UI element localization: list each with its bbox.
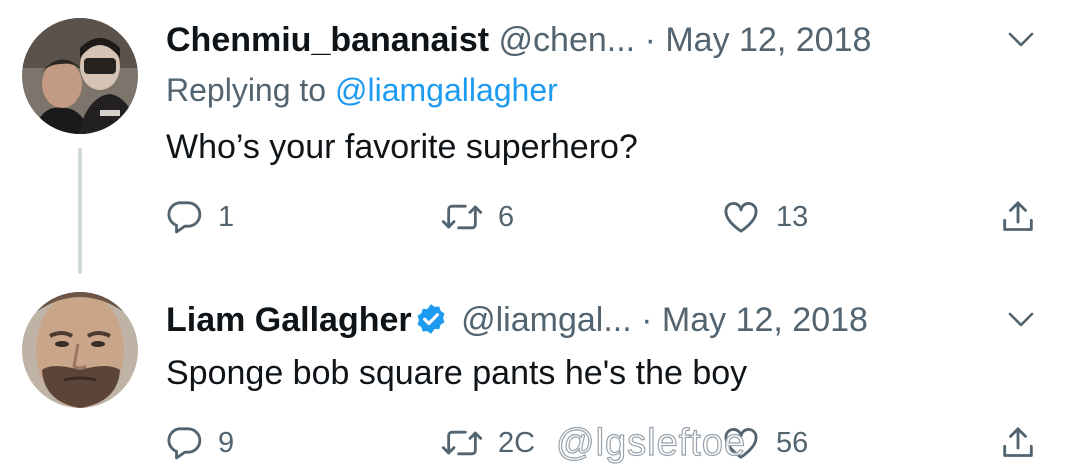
- share-icon: [1003, 201, 1033, 231]
- tweet-1[interactable]: Chenmiu_bananaist @chen... · May 12, 201…: [0, 0, 1080, 274]
- tweet-header: Liam Gallagher @liamgal... · May 12, 201…: [166, 300, 868, 345]
- reply-button[interactable]: 1: [164, 192, 234, 242]
- replying-to: Replying to @liamgallagher: [166, 72, 558, 109]
- retweet-count: 2C: [498, 426, 536, 459]
- share-icon: [1003, 427, 1033, 457]
- reply-icon: [167, 427, 202, 460]
- tweet-2[interactable]: Liam Gallagher @liamgal... · May 12, 201…: [0, 270, 1080, 476]
- chevron-down-icon: [1008, 312, 1034, 327]
- like-count: 13: [776, 200, 809, 233]
- avatar[interactable]: [22, 292, 138, 408]
- retweet-icon: [441, 204, 483, 230]
- tweet-text: Sponge bob square pants he's the boy: [166, 354, 748, 392]
- more-options-button[interactable]: [1006, 310, 1036, 335]
- like-icon: [724, 202, 758, 233]
- verified-badge: [414, 302, 448, 345]
- retweet-button[interactable]: 2C: [440, 418, 535, 468]
- tweet-date[interactable]: May 12, 2018: [665, 21, 871, 59]
- avatar-photo: [22, 292, 138, 408]
- retweet-button[interactable]: 6: [440, 192, 514, 242]
- reply-count: 1: [218, 200, 235, 233]
- tweet-text: Who’s your favorite superhero?: [166, 128, 638, 166]
- reply-count: 9: [218, 426, 235, 459]
- avatar[interactable]: [22, 18, 138, 134]
- display-name[interactable]: Liam Gallagher: [166, 301, 412, 339]
- reply-button[interactable]: 9: [164, 418, 234, 468]
- watermark: @lgsleftoe: [555, 421, 747, 464]
- share-button[interactable]: [998, 192, 1038, 242]
- user-handle[interactable]: @chen...: [499, 21, 636, 59]
- like-button[interactable]: 13: [720, 192, 808, 242]
- retweet-icon: [441, 430, 483, 456]
- tweet-date[interactable]: May 12, 2018: [662, 301, 868, 339]
- separator-dot: ·: [641, 301, 653, 339]
- tweet-header: Chenmiu_bananaist @chen... · May 12, 201…: [166, 20, 871, 60]
- like-count: 56: [776, 426, 809, 459]
- retweet-count: 6: [498, 200, 515, 233]
- tweet-actions: 1 6 13: [0, 192, 1080, 242]
- tweet-actions: 9 2C 56: [0, 418, 1080, 468]
- share-button[interactable]: [998, 418, 1038, 468]
- chevron-down-icon: [1008, 32, 1034, 47]
- reply-icon: [167, 201, 202, 234]
- avatar-photo: [22, 18, 138, 134]
- replying-to-label: Replying to: [166, 72, 327, 108]
- more-options-button[interactable]: [1006, 30, 1036, 55]
- user-handle[interactable]: @liamgal...: [461, 301, 632, 339]
- replying-to-mention[interactable]: @liamgallagher: [335, 72, 558, 108]
- separator-dot: ·: [644, 21, 656, 59]
- verified-badge-icon: [417, 304, 445, 334]
- display-name[interactable]: Chenmiu_bananaist: [166, 21, 489, 59]
